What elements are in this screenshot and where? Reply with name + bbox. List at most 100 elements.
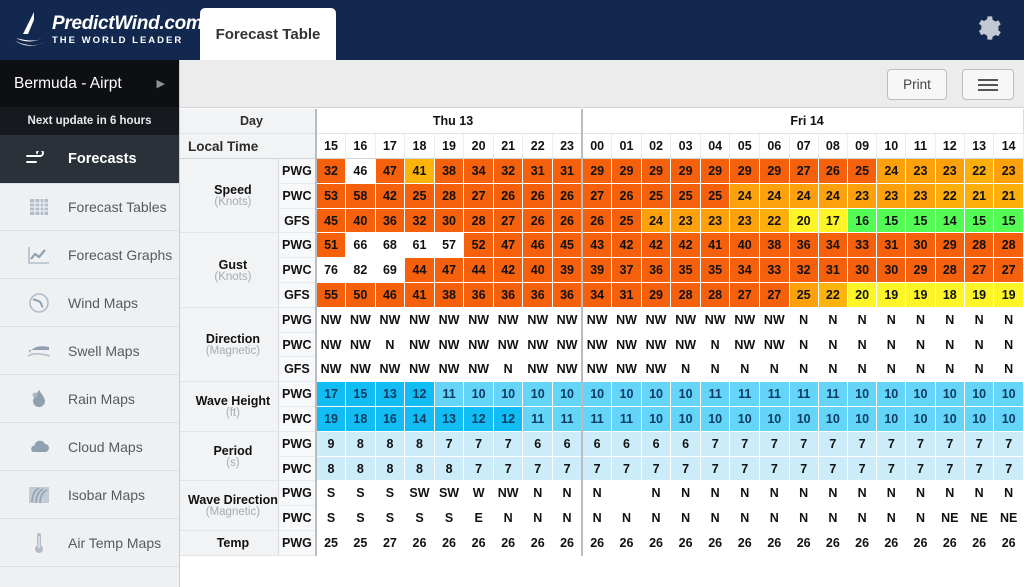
forecast-cell: 10 [522,381,554,408]
forecast-cell: 10 [670,406,701,432]
forecast-cell: NW [314,356,347,383]
forecast-cell: 29 [641,158,672,184]
forecast-cell: 26 [729,530,761,556]
forecast-cell: S [375,480,406,507]
forecast-cell: 32 [404,208,435,234]
forecast-cell: NE [935,505,965,532]
forecast-cell: S [375,505,406,532]
sidebar-item-swell-maps[interactable]: Swell Maps [0,327,179,375]
forecast-cell: N [905,356,936,383]
forecast-cell: 23 [993,158,1024,184]
model-label: PWC [278,332,317,358]
forecast-cell: 33 [759,257,790,284]
forecast-cell: W [463,480,494,507]
sidebar-section-label: Forecasts [68,151,137,167]
hour-header: 07 [789,133,819,160]
forecast-cell: 8 [345,431,376,457]
row-group-title: Wave Direction [188,493,278,508]
forecast-cell: 7 [670,456,701,482]
sidebar-item-air-temp-maps[interactable]: Air Temp Maps [0,519,179,567]
forecast-cell: 7 [493,431,524,457]
table-header-day-row: Day Thu 13 Fri 14 [180,109,1024,135]
forecast-cell: 27 [993,257,1024,284]
forecast-cell: N [522,480,554,507]
forecast-cell: 24 [818,183,848,209]
row-group-label: Gust (Knots) [180,232,279,308]
model-label: GFS [278,282,317,308]
sidebar-item-isobar-maps[interactable]: Isobar Maps [0,471,179,519]
forecast-cell: 68 [375,232,406,259]
forecast-cell: N [818,356,848,383]
forecast-cell: 27 [375,530,406,556]
brand-logo[interactable]: PredictWind.com THE WORLD LEADER [14,10,203,48]
forecast-cell: 11 [552,406,583,432]
forecast-cell: NW [345,332,376,358]
sidebar-section-forecasts[interactable]: Forecasts [0,135,179,183]
sidebar-item-label: Air Temp Maps [68,534,162,551]
forecast-cell: NW [493,332,524,358]
forecast-cell: N [935,307,965,333]
forecast-cell: 7 [935,431,965,457]
forecast-cell: 10 [935,406,965,432]
forecast-cell: N [641,505,672,532]
forecast-cell: S [345,505,376,532]
forecast-cell: 25 [345,530,376,556]
tab-forecast-table[interactable]: Forecast Table [200,8,336,60]
forecast-cell: 33 [847,232,878,259]
sidebar-item-rain-maps[interactable]: Rain Maps [0,375,179,423]
forecast-cell: 26 [935,530,965,556]
forecast-cell: N [611,505,642,532]
row-group-title: Wave Height [195,394,271,409]
hour-header: 16 [345,133,376,160]
forecast-cell: 15 [993,208,1024,234]
forecast-cell: NW [581,307,613,333]
forecast-cell: NE [964,505,995,532]
forecast-cell: NW [552,307,583,333]
forecast-cell: 9 [314,431,347,457]
menu-button[interactable] [962,69,1014,100]
forecast-cell: 31 [522,158,554,184]
forecast-cell: 12 [404,381,435,408]
forecast-cell: 10 [493,381,524,408]
forecast-cell: 8 [404,431,435,457]
forecast-cell: 25 [670,183,701,209]
hour-header: 10 [876,133,907,160]
forecast-cell: 16 [847,208,878,234]
location-selector[interactable]: Bermuda - Airpt ▶ [0,60,179,107]
sidebar-item-forecast-graphs[interactable]: Forecast Graphs [0,231,179,279]
forecast-cell: N [552,480,583,507]
forecast-cell: 32 [789,257,819,284]
hour-header: 11 [905,133,936,160]
forecast-cell: 31 [611,282,642,308]
forecast-cell: N [789,356,819,383]
forecast-cell: 13 [434,406,465,432]
model-label: PWG [278,530,317,556]
forecast-cell: 36 [493,282,524,308]
sidebar-item-forecast-tables[interactable]: Forecast Tables [0,183,179,231]
forecast-cell: 22 [818,282,848,308]
forecast-cell: 36 [789,232,819,259]
gear-icon[interactable] [974,14,1002,42]
forecast-cell: N [993,332,1024,358]
forecast-cell: 10 [876,406,907,432]
sidebar-item-cloud-maps[interactable]: Cloud Maps [0,423,179,471]
forecast-cell: N [876,356,907,383]
forecast-table-scroll[interactable]: Day Thu 13 Fri 14 Local Time 15 16 17 18 19 20 21 2… [180,109,1024,587]
hour-header: 17 [375,133,406,160]
forecast-cell: N [876,480,907,507]
forecast-cell: 29 [935,232,965,259]
row-group-label: Speed (Knots) [180,158,279,234]
print-button[interactable]: Print [887,69,947,100]
forecast-cell: 66 [345,232,376,259]
forecast-cell: 27 [759,282,790,308]
forecast-cell: 26 [964,530,995,556]
forecast-cell: NW [493,307,524,333]
cloud-icon [26,440,52,454]
forecast-cell: 28 [935,257,965,284]
sidebar-item-wind-maps[interactable]: Wind Maps [0,279,179,327]
hour-header: 13 [964,133,995,160]
sidebar-item-label: Cloud Maps [68,438,143,455]
forecast-cell: 7 [993,456,1024,482]
forecast-cell: 35 [700,257,731,284]
raindrop-icon [26,389,52,409]
